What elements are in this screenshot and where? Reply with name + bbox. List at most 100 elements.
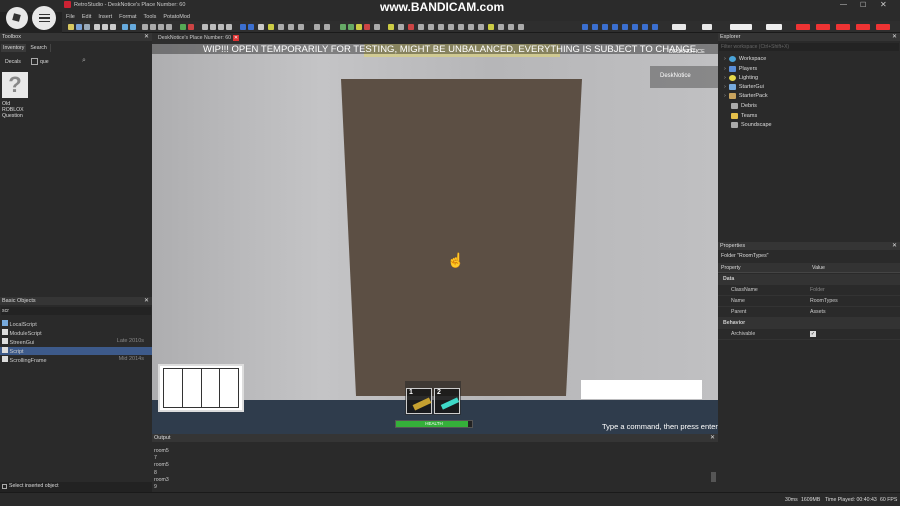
property-row[interactable]: Name RoomTypes [718, 296, 900, 307]
cut-icon[interactable] [94, 24, 100, 30]
close-icon[interactable]: ✕ [880, 0, 887, 9]
close-icon[interactable]: ✕ [892, 33, 897, 41]
light-icon[interactable] [388, 24, 394, 30]
command-icon[interactable] [438, 24, 444, 30]
zoom-out-icon[interactable] [518, 24, 524, 30]
close-tab-icon[interactable]: ✕ [233, 35, 239, 41]
redo-icon[interactable] [130, 24, 136, 30]
run-icon[interactable] [180, 24, 186, 30]
hotbar-slot-1[interactable]: 1 [406, 388, 432, 414]
plugin-c-icon[interactable] [730, 24, 752, 30]
tree-item-teams[interactable]: Teams [731, 113, 757, 119]
basic-objects-filter-input[interactable]: scr [1, 307, 151, 315]
find-icon[interactable] [478, 24, 484, 30]
player-list[interactable]: DeskNotice [650, 66, 718, 88]
output-icon[interactable] [418, 24, 424, 30]
view-iso-icon[interactable] [642, 24, 648, 30]
camera-icon[interactable] [314, 24, 320, 30]
list-item[interactable]: ModuleScript [2, 329, 42, 337]
output-scrollbar[interactable] [711, 472, 716, 482]
menu-insert[interactable]: Insert [98, 14, 112, 20]
list-item[interactable]: StreenGui Late 2010s [2, 338, 148, 346]
archivable-checkbox[interactable]: ✓ [810, 331, 816, 337]
tree-item-lighting[interactable]: › Lighting [724, 75, 758, 81]
paste-icon[interactable] [110, 24, 116, 30]
toolbox-search-input[interactable]: que [40, 59, 49, 65]
move-icon[interactable] [150, 24, 156, 30]
plugin-b-icon[interactable] [702, 24, 712, 30]
part-icon[interactable] [210, 24, 216, 30]
terrain-icon[interactable] [202, 24, 208, 30]
hotbar-slot-2[interactable]: 2 [434, 388, 460, 414]
tree-item-soundscape[interactable]: Soundscape [731, 122, 772, 128]
properties-icon[interactable] [468, 24, 474, 30]
category-select[interactable]: Decals [5, 59, 21, 65]
pause-icon[interactable] [356, 24, 362, 30]
plugin-g-icon[interactable] [836, 24, 850, 30]
explorer-filter-input[interactable]: Filter workspace (Ctrl+Shift+X) [719, 43, 899, 51]
hamburger-menu-icon[interactable] [32, 6, 56, 30]
view-front-icon[interactable] [582, 24, 588, 30]
view-back-icon[interactable] [592, 24, 598, 30]
list-item-selected[interactable]: Script [0, 347, 152, 355]
select-icon[interactable] [142, 24, 148, 30]
list-item[interactable]: LocalScript [2, 320, 37, 328]
select-inserted-option[interactable]: Select inserted object [2, 483, 59, 489]
close-icon[interactable]: ✕ [144, 33, 149, 41]
menu-format[interactable]: Format [119, 14, 136, 20]
new-icon[interactable] [68, 24, 74, 30]
tree-item-players[interactable]: › Players [724, 66, 757, 72]
command-hint[interactable]: Type a command, then press enter. [602, 422, 718, 431]
color-icon[interactable] [226, 24, 232, 30]
join-icon[interactable] [298, 24, 304, 30]
maximize-icon[interactable]: ☐ [860, 1, 866, 9]
close-icon[interactable]: ✕ [710, 434, 715, 442]
surface-icon[interactable] [278, 24, 284, 30]
property-row[interactable]: ClassName Folder [718, 285, 900, 296]
tree-item-workspace[interactable]: › Workspace [724, 56, 766, 62]
reset-icon[interactable] [364, 24, 370, 30]
menu-edit[interactable]: Edit [82, 14, 91, 20]
chat-box[interactable] [581, 380, 702, 399]
plugin-d-icon[interactable] [766, 24, 782, 30]
category-checkbox[interactable] [31, 58, 38, 65]
close-icon[interactable]: ✕ [144, 297, 149, 305]
property-row[interactable]: Archivable ✓ [718, 329, 900, 340]
ungroup-icon[interactable] [248, 24, 254, 30]
plugin-i-icon[interactable] [876, 24, 890, 30]
script-icon[interactable] [398, 24, 404, 30]
settings-icon[interactable] [488, 24, 494, 30]
undo-icon[interactable] [122, 24, 128, 30]
menu-tools[interactable]: Tools [144, 14, 157, 20]
stop-icon[interactable] [188, 24, 194, 30]
tree-item-debris[interactable]: Debris [731, 103, 757, 109]
zoom-extents-icon[interactable] [652, 24, 658, 30]
rotate-icon[interactable] [158, 24, 164, 30]
view-left-icon[interactable] [602, 24, 608, 30]
menu-file[interactable]: File [66, 14, 75, 20]
play-solo-icon[interactable] [348, 24, 354, 30]
open-icon[interactable] [76, 24, 82, 30]
save-icon[interactable] [84, 24, 90, 30]
checkbox[interactable] [2, 483, 7, 489]
diagnostics-icon[interactable] [428, 24, 434, 30]
tree-item-starterpack[interactable]: › StarterPack [724, 93, 768, 99]
section-data[interactable]: Data [718, 274, 900, 285]
minimize-icon[interactable]: — [840, 1, 847, 8]
viewport-tab[interactable]: DeskNotice's Place Number: 60 [158, 35, 231, 41]
scale-icon[interactable] [166, 24, 172, 30]
material-icon[interactable] [218, 24, 224, 30]
plugin-f-icon[interactable] [816, 24, 830, 30]
plugin-h-icon[interactable] [856, 24, 870, 30]
menu-potatomod[interactable]: PotatoMod [163, 14, 190, 20]
game-viewport[interactable]: WIP!!! OPEN TEMPORARILY FOR TESTING, MIG… [152, 44, 718, 434]
player-name[interactable]: DeskNotice [660, 73, 691, 79]
toolbox-item-label[interactable]: Old ROBLOX Question [2, 101, 28, 120]
tree-item-startergui[interactable]: › StarterGui [724, 84, 764, 90]
question-mark-icon[interactable]: ? [2, 72, 28, 98]
copy-icon[interactable] [102, 24, 108, 30]
view-bottom-icon[interactable] [632, 24, 638, 30]
view-top-icon[interactable] [622, 24, 628, 30]
group-icon[interactable] [240, 24, 246, 30]
zoom-in-icon[interactable] [508, 24, 514, 30]
